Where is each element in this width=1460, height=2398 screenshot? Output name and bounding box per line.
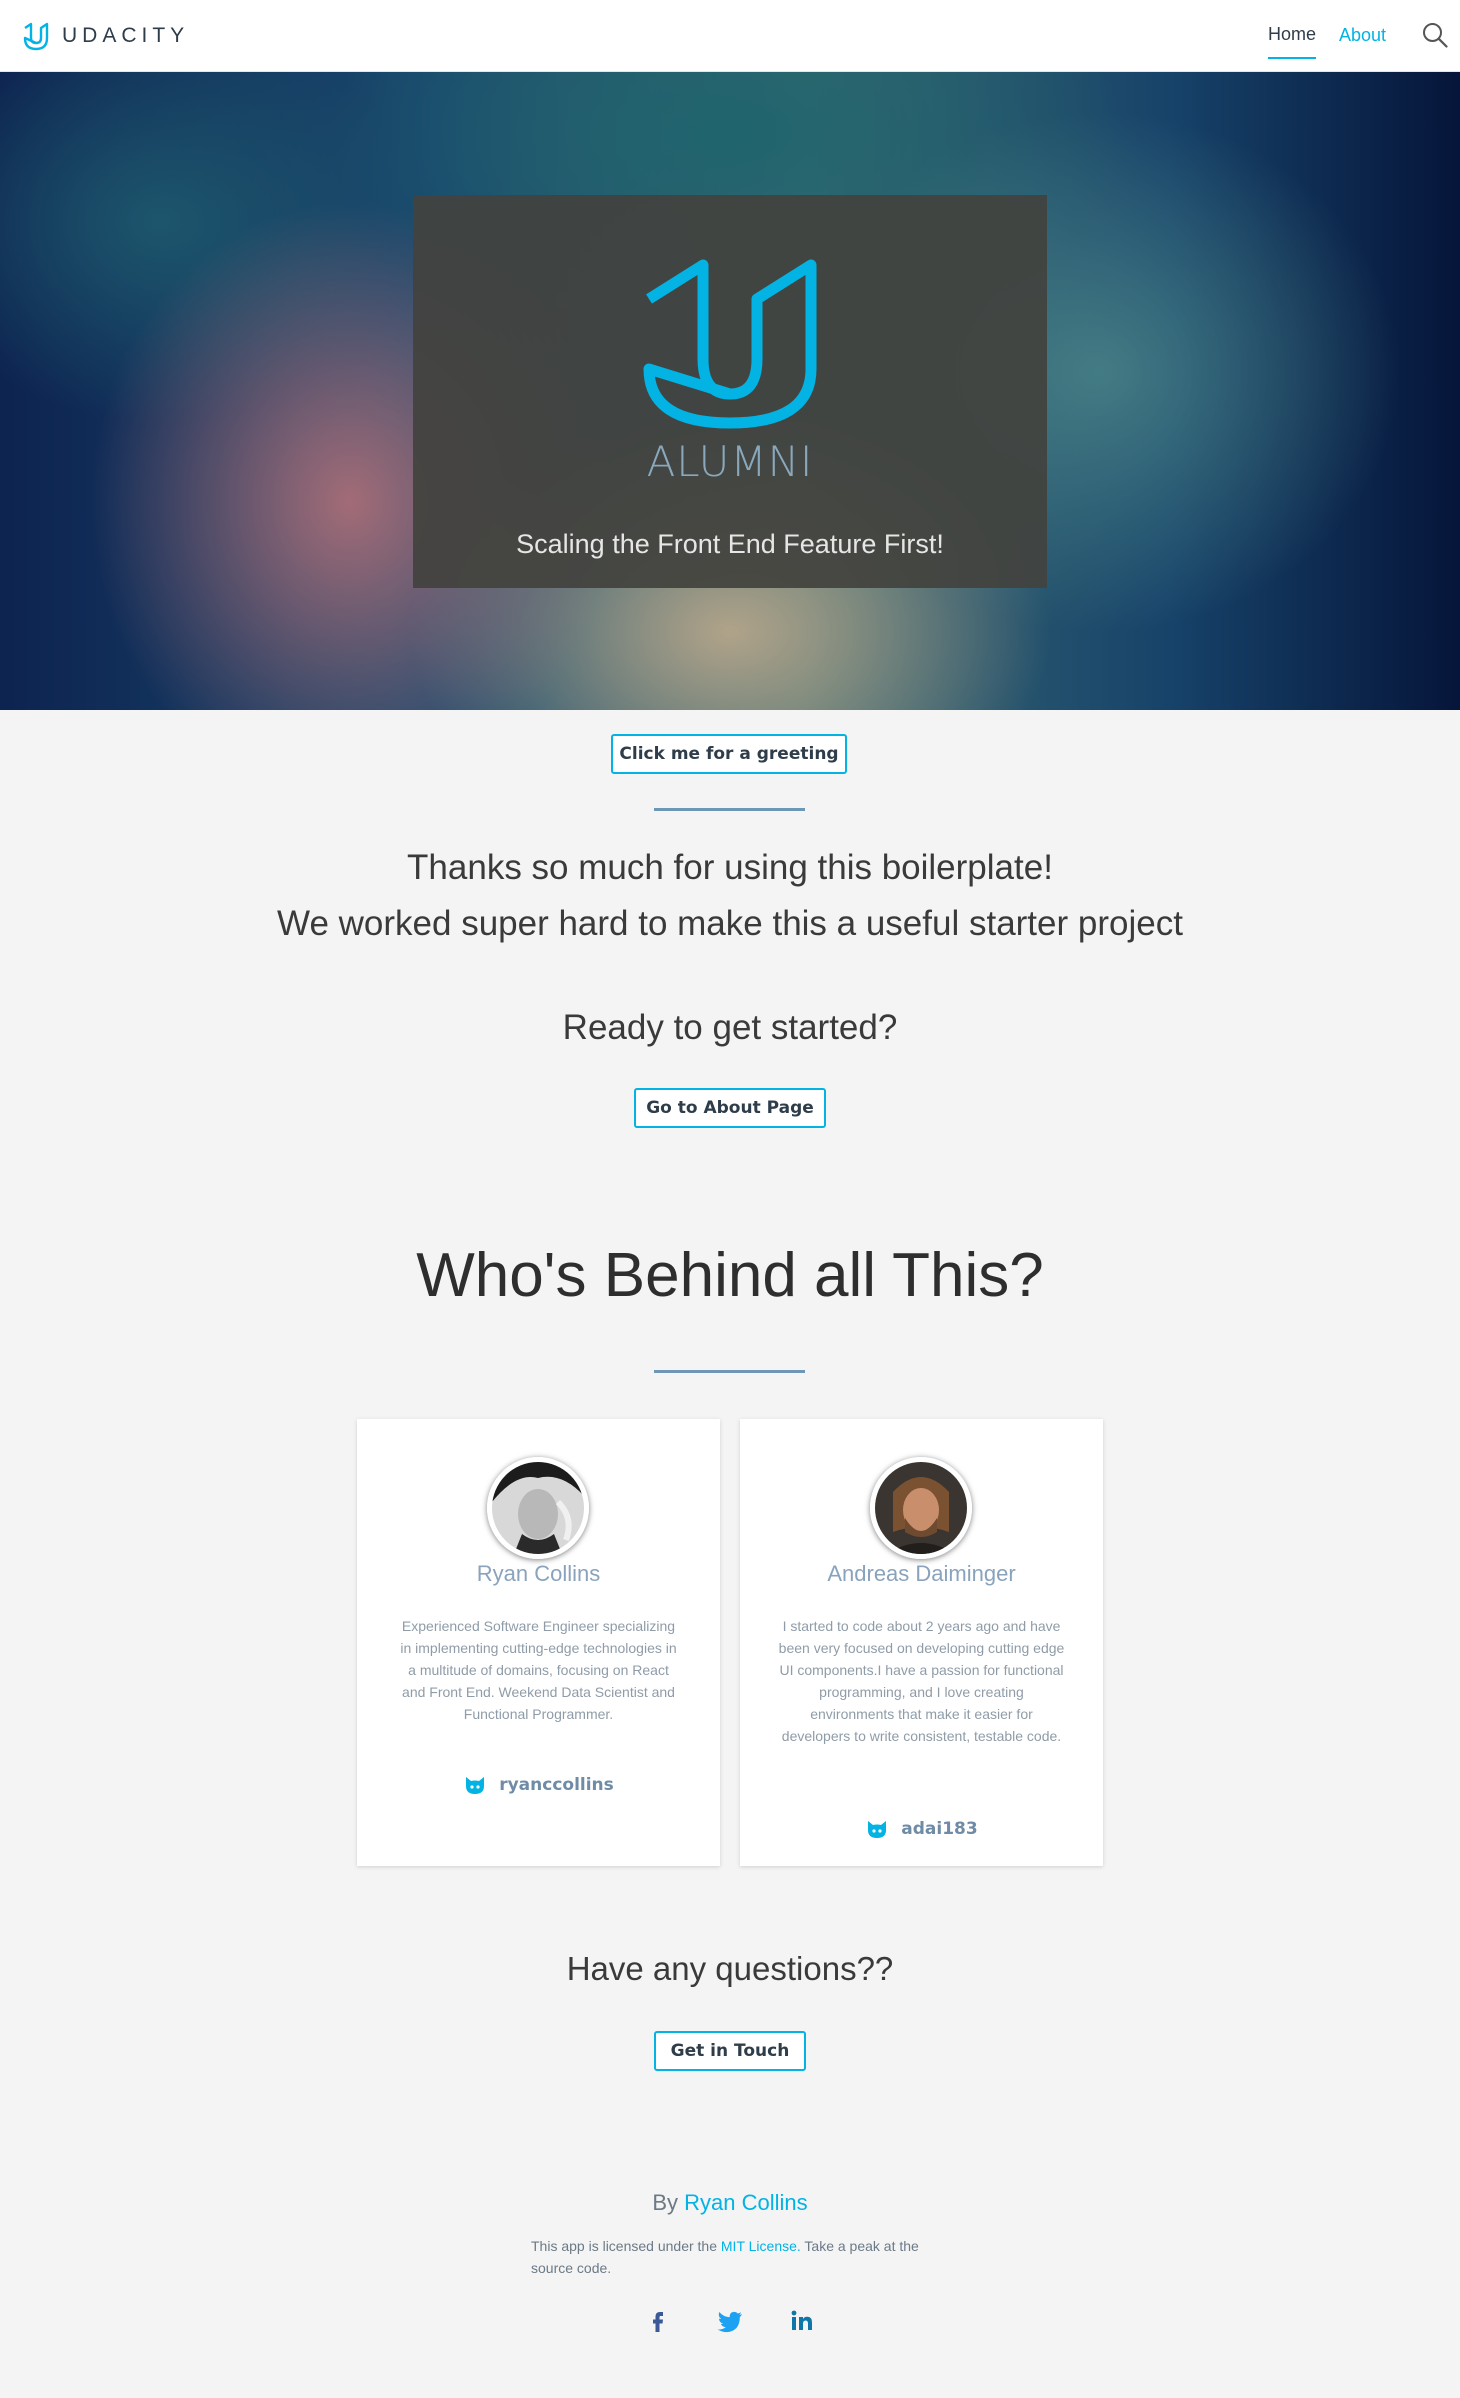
intro-line-2: We worked super hard to make this a usef…: [277, 904, 1183, 943]
github-link[interactable]: adai183: [740, 1815, 1103, 1843]
member-bio: I started to code about 2 years ago and …: [778, 1618, 1065, 1744]
member-photo: [492, 1462, 584, 1554]
twitter-icon[interactable]: [715, 2306, 745, 2336]
github-username: ryanccollins: [499, 1775, 614, 1795]
team-heading: Who's Behind all This?: [416, 1241, 1044, 1310]
top-navbar: UDACITY Home About: [0, 0, 1460, 72]
github-icon: [868, 1821, 887, 1838]
author-link[interactable]: Ryan Collins: [684, 2190, 808, 2215]
udacity-u-logo-icon: [643, 259, 817, 429]
member-bio: Experienced Software Engineer specializi…: [400, 1618, 677, 1722]
greeting-button[interactable]: Click me for a greeting: [611, 734, 847, 774]
hero-card: ALUMNI Scaling the Front End Feature Fir…: [413, 195, 1047, 588]
mit-license-link[interactable]: MIT License.: [721, 2238, 801, 2254]
github-link[interactable]: ryanccollins: [357, 1771, 720, 1799]
questions-heading: Have any questions??: [566, 1950, 894, 1987]
udacity-logo-icon: [23, 22, 49, 51]
avatar: [487, 1457, 589, 1559]
facebook-icon[interactable]: [643, 2306, 673, 2336]
member-name: Ryan Collins: [476, 1561, 601, 1586]
active-nav-indicator: [1268, 57, 1316, 59]
github-icon: [466, 1777, 485, 1794]
brand-name: UDACITY: [62, 24, 190, 47]
brand-logo[interactable]: UDACITY: [22, 21, 189, 51]
linkedin-icon[interactable]: [787, 2306, 817, 2336]
hero-tagline: Scaling the Front End Feature First!: [516, 529, 944, 559]
get-in-touch-button[interactable]: Get in Touch: [654, 2031, 806, 2071]
ready-heading: Ready to get started?: [562, 1008, 898, 1047]
nav-home-link[interactable]: Home: [1268, 24, 1316, 45]
nav-about-link[interactable]: About: [1339, 25, 1386, 46]
hero-title: ALUMNI: [646, 437, 814, 486]
section-divider: [654, 808, 805, 811]
member-name: Andreas Daiminger: [827, 1561, 1016, 1586]
footer-author: By Ryan Collins: [0, 2190, 1460, 2216]
hero-banner: ALUMNI Scaling the Front End Feature Fir…: [0, 72, 1460, 710]
search-icon[interactable]: [1422, 22, 1448, 48]
member-photo: [875, 1462, 967, 1554]
license-text: This app is licensed under the MIT Licen…: [531, 2235, 951, 2279]
github-username: adai183: [901, 1819, 978, 1839]
about-page-button[interactable]: Go to About Page: [634, 1088, 826, 1128]
team-card: Andreas Daiminger I started to code abou…: [740, 1419, 1103, 1866]
footer-by-label: By: [652, 2190, 679, 2215]
license-prefix: This app is licensed under the: [531, 2238, 717, 2254]
intro-line-1: Thanks so much for using this boilerplat…: [407, 848, 1053, 887]
avatar: [870, 1457, 972, 1559]
team-divider: [654, 1370, 805, 1373]
team-card: Ryan Collins Experienced Software Engine…: [357, 1419, 720, 1866]
